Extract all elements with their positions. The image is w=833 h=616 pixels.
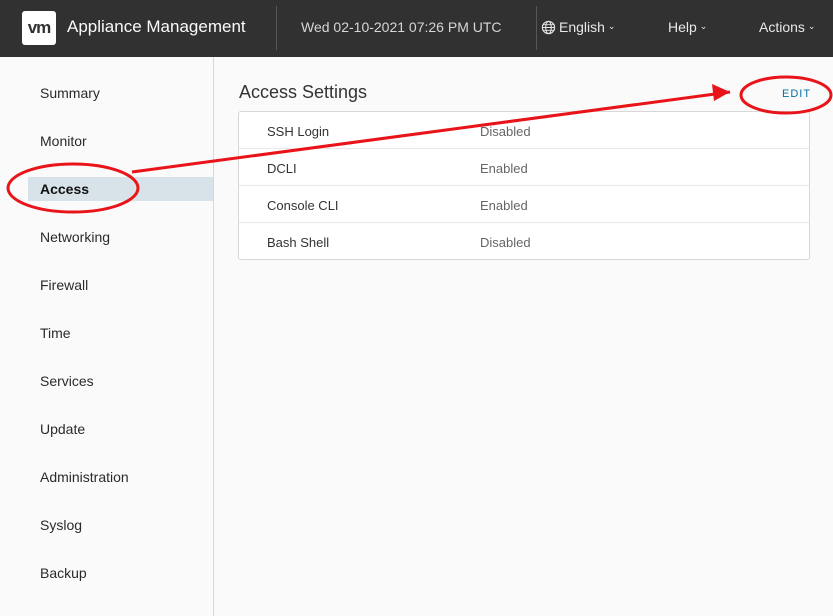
- setting-value: Enabled: [480, 161, 528, 176]
- setting-name: SSH Login: [267, 124, 330, 139]
- sidebar-item-monitor[interactable]: Monitor: [28, 129, 213, 153]
- sidebar-item-networking[interactable]: Networking: [28, 225, 213, 249]
- header-divider: [276, 6, 277, 50]
- app-title: Appliance Management: [67, 17, 246, 36]
- sidebar-item-update[interactable]: Update: [28, 417, 213, 441]
- sidebar-item-services[interactable]: Services: [28, 369, 213, 393]
- setting-value: Enabled: [480, 198, 528, 213]
- access-settings-table: SSH Login Disabled DCLI Enabled Console …: [238, 111, 810, 260]
- table-row: DCLI Enabled: [239, 149, 809, 186]
- table-row: Console CLI Enabled: [239, 186, 809, 223]
- sidebar-item-syslog[interactable]: Syslog: [28, 513, 213, 537]
- setting-value: Disabled: [480, 124, 531, 139]
- table-row: Bash Shell Disabled: [239, 223, 809, 260]
- sidebar-item-access[interactable]: Access: [28, 177, 213, 201]
- chevron-down-icon: ⌄: [607, 20, 616, 31]
- page-title: Access Settings: [239, 82, 368, 102]
- help-label: Help: [668, 19, 697, 35]
- edit-button[interactable]: EDIT: [782, 88, 811, 100]
- header-datetime: Wed 02-10-2021 07:26 PM UTC: [301, 19, 502, 35]
- sidebar: Summary Monitor Access Networking Firewa…: [0, 57, 214, 616]
- language-menu[interactable]: English ⌄: [541, 19, 615, 35]
- arrowhead-icon: [712, 84, 730, 101]
- globe-icon: [541, 20, 556, 34]
- sidebar-item-summary[interactable]: Summary: [28, 81, 213, 105]
- vmware-logo: vm: [22, 11, 56, 45]
- sidebar-item-firewall[interactable]: Firewall: [28, 273, 213, 297]
- sidebar-item-administration[interactable]: Administration: [28, 465, 213, 489]
- chevron-down-icon: ⌄: [807, 20, 816, 31]
- setting-value: Disabled: [480, 235, 531, 250]
- setting-name: DCLI: [267, 161, 297, 176]
- top-header: vm Appliance Management Wed 02-10-2021 0…: [0, 0, 833, 57]
- setting-name: Console CLI: [267, 198, 339, 213]
- chevron-down-icon: ⌄: [699, 20, 708, 31]
- table-row: SSH Login Disabled: [239, 112, 809, 149]
- header-divider: [536, 6, 537, 50]
- sidebar-item-backup[interactable]: Backup: [28, 561, 213, 585]
- actions-menu[interactable]: Actions ⌄: [759, 19, 815, 35]
- actions-label: Actions: [759, 19, 805, 35]
- language-label: English: [559, 19, 605, 35]
- help-menu[interactable]: Help ⌄: [668, 19, 707, 35]
- setting-name: Bash Shell: [267, 235, 330, 250]
- sidebar-item-time[interactable]: Time: [28, 321, 213, 345]
